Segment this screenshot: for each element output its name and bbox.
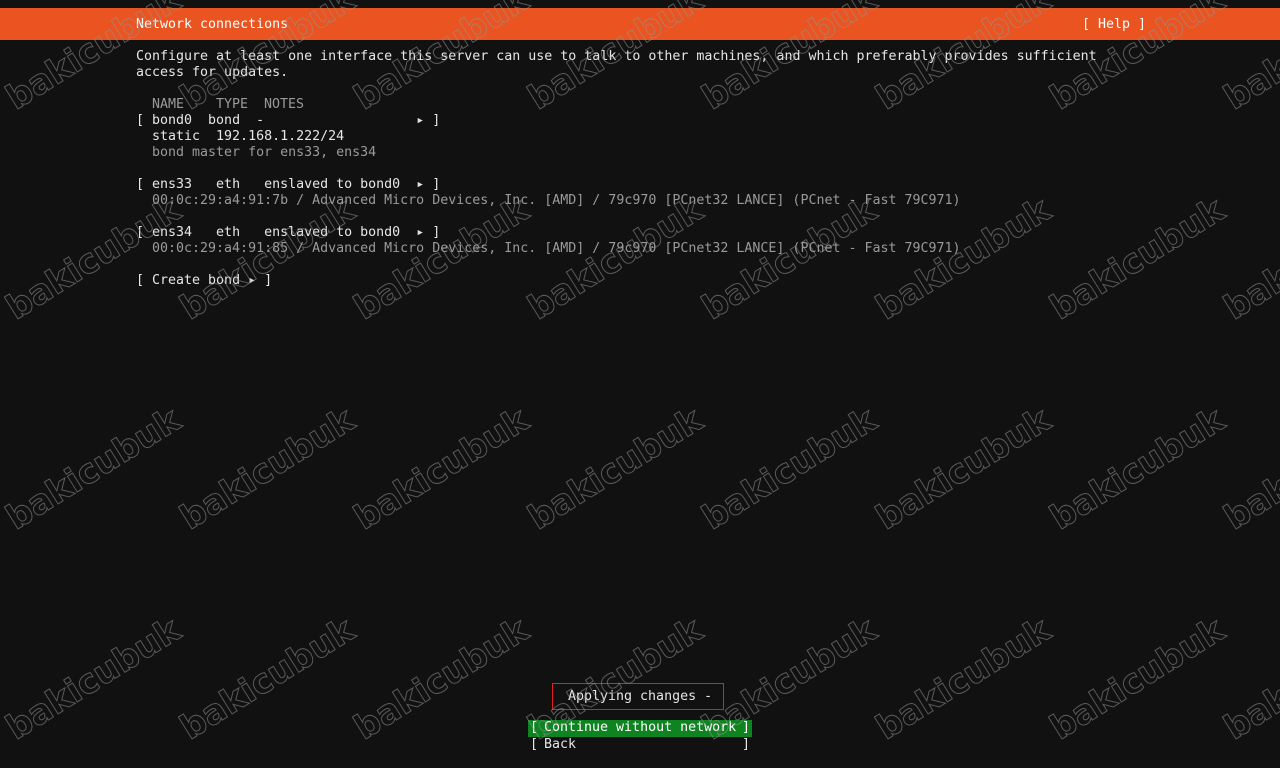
interface-row-ens33[interactable]: [ ens33 eth enslaved to bond0 ▸ ]: [136, 177, 440, 193]
watermark-text: bakicubuk: [173, 609, 362, 749]
bond0-note: bond master for ens33, ens34: [152, 145, 377, 160]
column-header-notes: NOTES: [264, 97, 305, 112]
applying-changes-text: Applying changes -: [568, 689, 713, 704]
watermark-text: bakicubuk: [173, 399, 362, 539]
watermark-text: bakicubuk: [1043, 609, 1232, 749]
back-label: Back: [544, 737, 577, 752]
ens33-hardware-info: 00:0c:29:a4:91:7b / Advanced Micro Devic…: [152, 193, 961, 208]
back-bracket-open: [: [530, 737, 539, 752]
interface-row-bond0[interactable]: [ bond0 bond - ▸ ]: [136, 113, 440, 129]
watermark-text: bakicubuk: [347, 189, 536, 329]
watermark-text: bakicubuk: [1217, 399, 1280, 539]
watermark-text: bakicubuk: [521, 189, 710, 329]
continue-without-network-button[interactable]: [ Continue without network ]: [528, 720, 752, 737]
header-bar: Network connections [ Help ]: [0, 8, 1280, 40]
watermark-text: bakicubuk: [869, 189, 1058, 329]
bond0-address: static 192.168.1.222/24: [152, 129, 345, 144]
create-bond-button[interactable]: [ Create bond ▸ ]: [136, 273, 272, 289]
watermark-text: bakicubuk: [347, 399, 536, 539]
help-button[interactable]: [ Help ]: [1082, 17, 1146, 33]
watermark-text: bakicubuk: [695, 399, 884, 539]
watermark-text: bakicubuk: [1217, 609, 1280, 749]
watermark-text: bakicubuk: [869, 399, 1058, 539]
watermark-text: bakicubuk: [1043, 189, 1232, 329]
continue-label: Continue without network: [544, 720, 737, 735]
watermark-text: bakicubuk: [1043, 399, 1232, 539]
watermark-text: bakicubuk: [869, 609, 1058, 749]
watermark-text: bakicubuk: [0, 189, 188, 329]
top-strip: [0, 0, 1280, 8]
watermark-text: bakicubuk: [695, 189, 884, 329]
page-title: Network connections: [136, 17, 289, 32]
intro-text-line-1: Configure at least one interface this se…: [136, 49, 1097, 64]
applying-changes-status: Applying changes -: [552, 683, 724, 710]
column-header-name: NAME: [152, 97, 185, 112]
continue-bracket-open: [: [530, 720, 539, 735]
interface-row-ens34[interactable]: [ ens34 eth enslaved to bond0 ▸ ]: [136, 225, 440, 241]
watermark-text: bakicubuk: [347, 609, 536, 749]
back-bracket-close: ]: [741, 737, 750, 752]
continue-bracket-close: ]: [741, 720, 750, 735]
watermark-text: bakicubuk: [0, 399, 188, 539]
column-header-type: TYPE: [216, 97, 249, 112]
watermark-text: bakicubuk: [1217, 189, 1280, 329]
back-button[interactable]: [ Back ]: [528, 737, 752, 753]
watermark-text: bakicubuk: [521, 399, 710, 539]
watermark-text: bakicubuk: [173, 189, 362, 329]
watermark-text: bakicubuk: [0, 609, 188, 749]
ens34-hardware-info: 00:0c:29:a4:91:85 / Advanced Micro Devic…: [152, 241, 961, 256]
intro-text-line-2: access for updates.: [136, 65, 289, 80]
